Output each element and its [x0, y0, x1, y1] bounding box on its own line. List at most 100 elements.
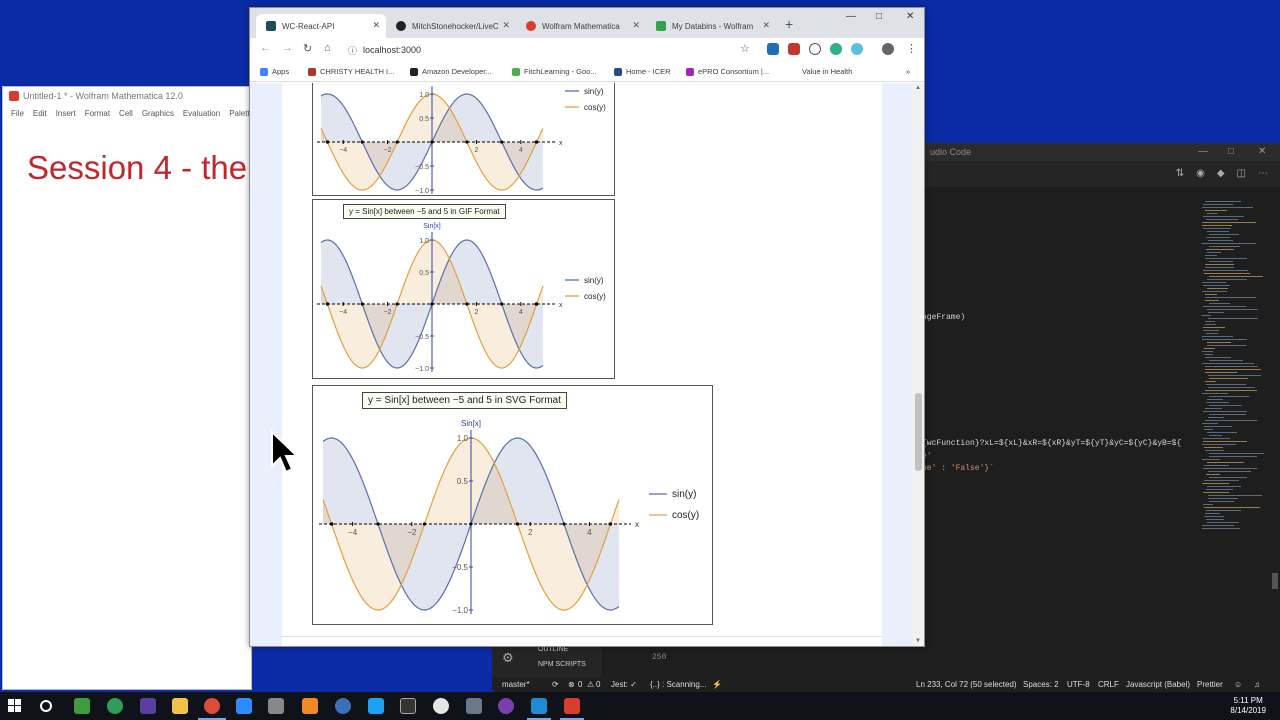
bookmark-epro[interactable]: ePRO Consortium |...	[686, 67, 769, 76]
address-bar[interactable]: ⓘ localhost:3000	[342, 40, 762, 60]
bookmark-apps[interactable]: Apps	[260, 67, 289, 76]
chrome-icon[interactable]	[204, 698, 220, 714]
mathematica-icon[interactable]	[564, 698, 580, 714]
code-line[interactable]: ageFrame)	[922, 313, 965, 322]
warning-count[interactable]: 0	[596, 680, 600, 689]
bookmark-icer[interactable]: Home - ICER	[614, 67, 671, 76]
profile-avatar[interactable]	[882, 43, 894, 55]
menu-insert[interactable]: Insert	[56, 109, 76, 118]
line-ending[interactable]: CRLF	[1098, 680, 1119, 689]
close-icon[interactable]: ✕	[1258, 146, 1266, 157]
more-bookmarks-icon[interactable]: »	[906, 67, 910, 76]
bookmark-star-icon[interactable]: ☆	[740, 42, 750, 55]
cursor-position[interactable]: Ln 233, Col 72 (50 selected)	[916, 680, 1017, 689]
branch-indicator[interactable]: master*	[502, 680, 530, 689]
app-icon[interactable]	[268, 698, 284, 714]
extension-icon[interactable]	[767, 43, 779, 55]
menu-cell[interactable]: Cell	[119, 109, 133, 118]
app-icon[interactable]	[433, 698, 449, 714]
info-icon[interactable]: ⓘ	[348, 44, 357, 57]
bookmark-value-health[interactable]: Value in Health	[802, 67, 852, 76]
preview-icon[interactable]: ◉	[1196, 168, 1205, 179]
language-mode[interactable]: Javascript (Babel)	[1126, 680, 1190, 689]
close-icon[interactable]: ✕	[906, 11, 914, 22]
scanning-status[interactable]: {..} : Scanning...	[650, 680, 706, 689]
extension-icon[interactable]	[851, 43, 863, 55]
vscode-icon[interactable]	[531, 698, 547, 714]
app-icon[interactable]	[335, 698, 351, 714]
compare-icon[interactable]: ⇅	[1176, 168, 1184, 179]
maximize-icon[interactable]: □	[1228, 146, 1234, 157]
bookmark-amazon[interactable]: Amazon Developer...	[410, 67, 492, 76]
indentation[interactable]: Spaces: 2	[1023, 680, 1059, 689]
extension-icon[interactable]	[809, 43, 821, 55]
menu-file[interactable]: File	[11, 109, 24, 118]
bell-icon[interactable]: ♫	[1254, 680, 1260, 689]
new-tab-button[interactable]: +	[785, 16, 793, 32]
minimize-icon[interactable]: —	[1198, 146, 1208, 157]
slack-icon[interactable]	[140, 698, 156, 714]
smiley-icon[interactable]: ☺	[1234, 680, 1242, 689]
app-icon[interactable]	[107, 698, 123, 714]
tab-github[interactable]: MitchStonehocker/LiveC ✕	[386, 14, 516, 38]
lightning-icon[interactable]: ⚡	[712, 680, 722, 689]
app-icon[interactable]	[498, 698, 514, 714]
scroll-up-icon[interactable]: ▲	[915, 85, 921, 91]
menu-graphics[interactable]: Graphics	[142, 109, 174, 118]
windows-start-icon[interactable]	[8, 699, 22, 713]
tab-wolfram-mathematica[interactable]: Wolfram Mathematica ✕	[516, 14, 646, 38]
encoding[interactable]: UTF-8	[1067, 680, 1090, 689]
bookmark-fitch[interactable]: FitchLearning - Goo...	[512, 67, 597, 76]
extension-icon[interactable]	[830, 43, 842, 55]
git-icon[interactable]: ◆	[1217, 168, 1225, 179]
menu-kebab-icon[interactable]: ⋮	[906, 42, 917, 55]
app-icon[interactable]	[74, 698, 90, 714]
url-text[interactable]: localhost:3000	[363, 45, 421, 55]
session-title[interactable]: Session 4 - the	[27, 149, 247, 187]
forward-icon[interactable]: →	[282, 42, 293, 54]
code-line[interactable]: {wcFunction}?xL=${xL}&xR=${xR}&yT=${yT}&…	[922, 439, 1181, 448]
npm-scripts-section[interactable]: NPM SCRIPTS	[538, 661, 586, 668]
formatter[interactable]: Prettier	[1197, 680, 1223, 689]
home-icon[interactable]: ⌂	[324, 42, 331, 54]
search-icon[interactable]	[40, 700, 52, 712]
outline-section[interactable]: OUTLINE	[538, 646, 568, 653]
bookmark-christy[interactable]: CHRISTY HEALTH I...	[308, 67, 394, 76]
tab-my-databins[interactable]: My Databins - Wolfram ✕	[646, 14, 776, 38]
scroll-down-icon[interactable]: ▼	[915, 638, 921, 644]
split-editor-icon[interactable]: ◫	[1237, 168, 1246, 179]
menu-evaluation[interactable]: Evaluation	[183, 109, 220, 118]
scroll-thumb[interactable]	[915, 393, 922, 471]
more-icon[interactable]: ⋯	[1258, 168, 1268, 179]
code-line[interactable]: ue' : 'False'}`	[922, 464, 994, 473]
menu-format[interactable]: Format	[85, 109, 110, 118]
extension-icon[interactable]	[788, 43, 800, 55]
close-tab-icon[interactable]: ✕	[632, 20, 640, 31]
file-explorer-icon[interactable]	[172, 698, 188, 714]
editor-scrollbar[interactable]	[1272, 573, 1278, 589]
vlc-icon[interactable]	[302, 698, 318, 714]
tab-wc-react-api[interactable]: WC-React-API ✕	[256, 14, 386, 38]
close-tab-icon[interactable]: ✕	[502, 20, 510, 31]
sync-icon[interactable]: ⟳	[552, 680, 559, 689]
terminal-icon[interactable]	[400, 698, 416, 714]
minimize-icon[interactable]: —	[846, 11, 856, 22]
page-scrollbar[interactable]: ▲ ▼	[913, 83, 924, 646]
warning-icon[interactable]: ⚠	[587, 680, 594, 689]
system-clock[interactable]: 5:11 PM 8/14/2019	[1230, 696, 1266, 716]
error-count[interactable]: 0	[578, 680, 582, 689]
gear-icon[interactable]: ⚙	[502, 650, 514, 666]
error-icon[interactable]: ⊗	[568, 680, 575, 689]
app-icon[interactable]	[466, 698, 482, 714]
legend-label: cos(y)	[584, 292, 606, 301]
back-icon[interactable]: ←	[260, 42, 271, 54]
close-tab-icon[interactable]: ✕	[762, 20, 770, 31]
minimap[interactable]	[1202, 201, 1272, 531]
close-tab-icon[interactable]: ✕	[372, 20, 380, 31]
menu-edit[interactable]: Edit	[33, 109, 47, 118]
skype-icon[interactable]	[368, 698, 384, 714]
reload-icon[interactable]: ↻	[303, 42, 312, 55]
zoom-icon[interactable]	[236, 698, 252, 714]
maximize-icon[interactable]: □	[876, 11, 882, 22]
jest-status[interactable]: Jest: ✓	[611, 680, 637, 689]
